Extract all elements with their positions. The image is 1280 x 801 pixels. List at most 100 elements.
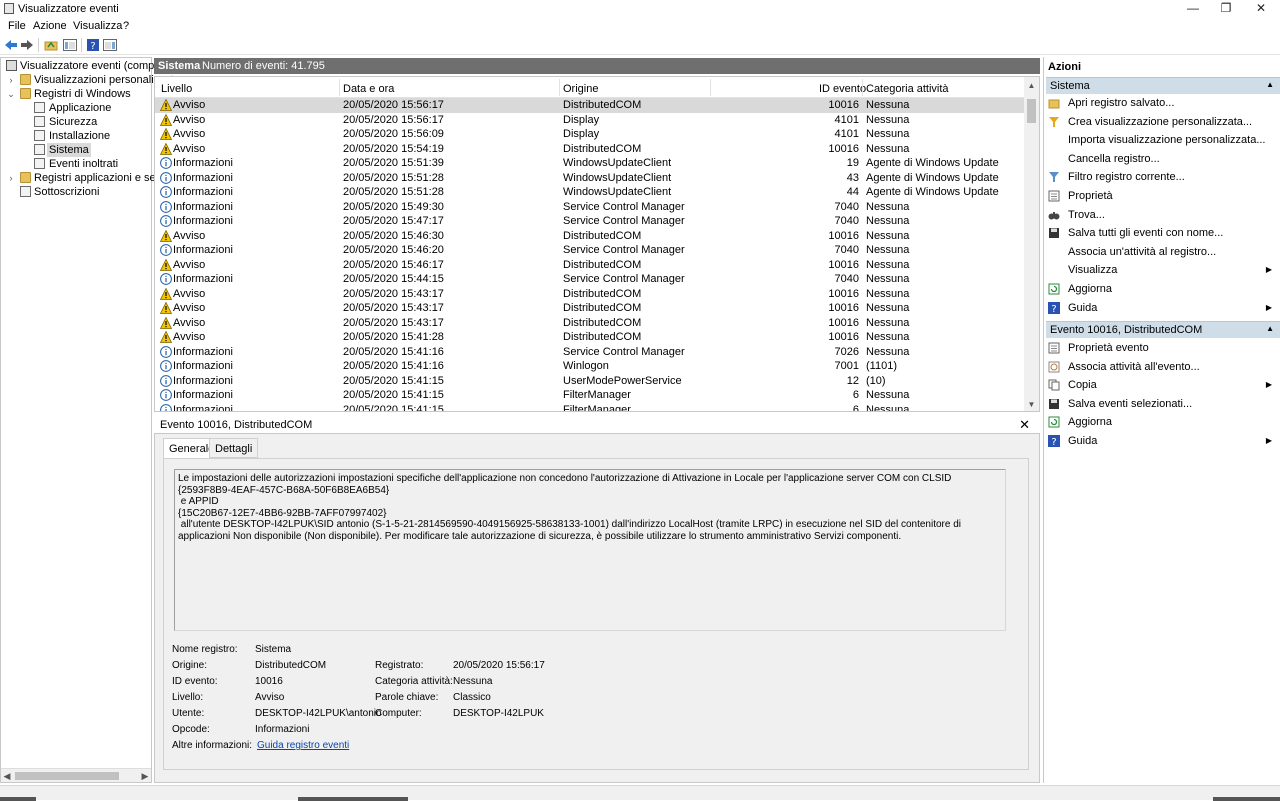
column-header-source[interactable]: Origine xyxy=(563,83,598,95)
event-row[interactable]: Avviso 20/05/2020 15:43:17 DistributedCOM 1… xyxy=(155,301,1025,316)
collapse-up-icon[interactable]: ▲ xyxy=(1266,80,1274,89)
column-header-date[interactable]: Data e ora xyxy=(343,83,394,95)
log-icon xyxy=(34,116,45,127)
scroll-left-icon[interactable]: ◀ xyxy=(1,769,13,783)
event-row[interactable]: Informazioni 20/05/2020 15:51:28 WindowsUp… xyxy=(155,185,1025,200)
event-row[interactable]: Avviso 20/05/2020 15:43:17 DistributedCOM 1… xyxy=(155,287,1025,302)
info-icon xyxy=(160,389,172,401)
column-header-category[interactable]: Categoria attività xyxy=(866,83,949,95)
action-copia[interactable]: Copia ▶ xyxy=(1048,376,1276,394)
actions-section-sistema[interactable]: Sistema ▲ xyxy=(1046,77,1280,94)
event-date: 20/05/2020 15:41:15 xyxy=(343,374,444,387)
event-id: 10016 xyxy=(828,287,859,300)
task-value: Nessuna xyxy=(453,676,493,687)
event-row[interactable]: Avviso 20/05/2020 15:56:17 Display 4101 Ness… xyxy=(155,113,1025,128)
event-row[interactable]: Avviso 20/05/2020 15:43:17 DistributedCOM 1… xyxy=(155,316,1025,331)
chevron-down-icon[interactable]: ⌄ xyxy=(7,87,15,101)
action-crea-visualizzazione-personalizzata[interactable]: Crea visualizzazione personalizzata... xyxy=(1048,113,1276,131)
event-source: FilterManager xyxy=(563,403,631,412)
event-log-help-link[interactable]: Guida registro eventi xyxy=(257,740,349,751)
save-icon xyxy=(1049,398,1059,409)
menu-help[interactable]: ? xyxy=(123,20,129,32)
close-window-button[interactable]: ✕ xyxy=(1244,0,1278,18)
help-icon[interactable]: ? xyxy=(85,37,101,53)
event-row[interactable]: Avviso 20/05/2020 15:56:17 DistributedCOM 1… xyxy=(155,98,1025,113)
back-arrow-icon[interactable] xyxy=(3,37,19,53)
event-row[interactable]: Informazioni 20/05/2020 15:41:15 FilterMan… xyxy=(155,403,1025,412)
action-aggiorna[interactable]: Aggiorna xyxy=(1048,413,1276,431)
scroll-thumb[interactable] xyxy=(1027,99,1036,123)
event-row[interactable]: Avviso 20/05/2020 15:46:30 DistributedCOM 1… xyxy=(155,229,1025,244)
actions-section-event[interactable]: Evento 10016, DistributedCOM ▲ xyxy=(1046,321,1280,338)
event-row[interactable]: Informazioni 20/05/2020 15:51:28 WindowsUp… xyxy=(155,171,1025,186)
event-row[interactable]: Avviso 20/05/2020 15:54:19 DistributedCOM 1… xyxy=(155,142,1025,157)
action-salva-tutti-gli-eventi-con-nome[interactable]: Salva tutti gli eventi con nome... xyxy=(1048,224,1276,242)
event-level: Avviso xyxy=(173,258,206,271)
chevron-right-icon[interactable]: › xyxy=(7,73,15,87)
action-importa-visualizzazione-personalizzata[interactable]: Importa visualizzazione personalizzata..… xyxy=(1048,131,1276,149)
event-level: Avviso xyxy=(173,316,206,329)
close-detail-icon[interactable]: ✕ xyxy=(1019,417,1030,433)
forward-arrow-icon[interactable] xyxy=(19,37,35,53)
event-date: 20/05/2020 15:56:17 xyxy=(343,113,444,126)
submenu-arrow-icon: ▶ xyxy=(1265,436,1272,445)
action-guida[interactable]: ? Guida ▶ xyxy=(1048,432,1276,450)
menu-azione[interactable]: Azione xyxy=(33,20,67,32)
event-row[interactable]: Avviso 20/05/2020 15:41:28 DistributedCOM 1… xyxy=(155,330,1025,345)
scroll-down-icon[interactable]: ▼ xyxy=(1024,400,1039,409)
tab-dettagli[interactable]: Dettagli xyxy=(209,438,259,458)
event-row[interactable]: Informazioni 20/05/2020 15:49:30 Service C… xyxy=(155,200,1025,215)
action-cancella-registro[interactable]: Cancella registro... xyxy=(1048,150,1276,168)
menu-visualizza[interactable]: Visualizza xyxy=(73,20,122,32)
console-tree-icon[interactable] xyxy=(62,37,78,53)
action-associa-un-attivit-al-registro[interactable]: Associa un'attività al registro... xyxy=(1048,243,1276,261)
event-row[interactable]: Informazioni 20/05/2020 15:41:15 UserModeP… xyxy=(155,374,1025,389)
event-row[interactable]: Avviso 20/05/2020 15:46:17 DistributedCOM 1… xyxy=(155,258,1025,273)
action-apri-registro-salvato[interactable]: Apri registro salvato... xyxy=(1048,94,1276,112)
action-propriet[interactable]: Proprietà xyxy=(1048,187,1276,205)
action-visualizza[interactable]: Visualizza ▶ xyxy=(1048,261,1276,279)
action-aggiorna[interactable]: Aggiorna xyxy=(1048,280,1276,298)
warning-icon xyxy=(160,99,172,111)
tree-horizontal-scrollbar[interactable]: ◀ ▶ xyxy=(1,768,151,782)
action-guida[interactable]: ? Guida ▶ xyxy=(1048,299,1276,317)
event-count: Numero di eventi: 41.795 xyxy=(202,60,325,72)
collapse-up-icon[interactable]: ▲ xyxy=(1266,324,1274,333)
event-row[interactable]: Informazioni 20/05/2020 15:46:20 Service C… xyxy=(155,243,1025,258)
action-filtro-registro-corrente[interactable]: Filtro registro corrente... xyxy=(1048,168,1276,186)
scroll-up-icon[interactable]: ▲ xyxy=(1024,81,1039,90)
event-description[interactable]: Le impostazioni delle autorizzazioni imp… xyxy=(174,469,1006,631)
warning-icon xyxy=(160,287,172,300)
action-label: Guida xyxy=(1068,435,1098,447)
event-id: 10016 xyxy=(828,99,859,111)
event-level: Avviso xyxy=(173,128,206,140)
action-label: Cancella registro... xyxy=(1068,152,1160,165)
scroll-thumb[interactable] xyxy=(15,772,119,780)
event-row[interactable]: Informazioni 20/05/2020 15:51:39 WindowsUp… xyxy=(155,156,1025,171)
event-row[interactable]: Informazioni 20/05/2020 15:41:16 Service C… xyxy=(155,345,1025,360)
event-date: 20/05/2020 15:41:16 xyxy=(343,360,444,372)
restore-button[interactable]: ❐ xyxy=(1209,0,1243,18)
action-pane-icon[interactable] xyxy=(102,37,118,53)
event-list-scrollbar[interactable]: ▲ ▼ xyxy=(1024,77,1039,411)
event-row[interactable]: Informazioni 20/05/2020 15:47:17 Service C… xyxy=(155,214,1025,229)
chevron-right-icon[interactable]: › xyxy=(7,171,15,185)
event-row[interactable]: Informazioni 20/05/2020 15:41:15 FilterMan… xyxy=(155,388,1025,403)
event-id: 44 xyxy=(846,186,859,198)
action-associa-attivit-all-evento[interactable]: Associa attività all'evento... xyxy=(1048,358,1276,376)
action-label: Importa visualizzazione personalizzata..… xyxy=(1068,134,1266,147)
event-row[interactable]: Informazioni 20/05/2020 15:41:16 Winlogon 7… xyxy=(155,359,1025,374)
event-row[interactable]: Avviso 20/05/2020 15:56:09 Display 4101 Ness… xyxy=(155,127,1025,142)
event-row[interactable]: Informazioni 20/05/2020 15:44:15 Service C… xyxy=(155,272,1025,287)
folder-up-icon[interactable] xyxy=(43,37,59,53)
action-trova[interactable]: Trova... xyxy=(1048,206,1276,224)
action-propriet-evento[interactable]: Proprietà evento xyxy=(1048,339,1276,357)
column-header-level[interactable]: Livello xyxy=(161,83,192,95)
event-source: Service Control Manager xyxy=(563,345,685,358)
scroll-right-icon[interactable]: ▶ xyxy=(139,769,151,783)
minimize-button[interactable]: — xyxy=(1176,0,1210,18)
column-header-event-id[interactable]: ID evento xyxy=(819,83,866,95)
menu-file[interactable]: File xyxy=(8,20,26,32)
action-salva-eventi-selezionati[interactable]: Salva eventi selezionati... xyxy=(1048,395,1276,413)
event-level: Avviso xyxy=(173,113,206,126)
